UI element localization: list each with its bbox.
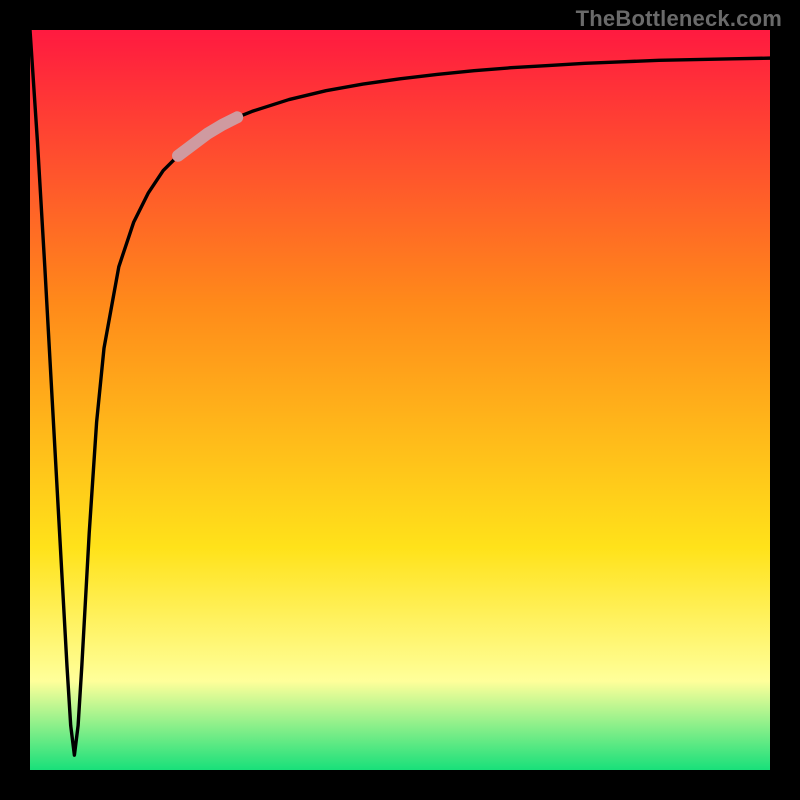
- chart-container: TheBottleneck.com: [0, 0, 800, 800]
- bottleneck-curve: [30, 30, 770, 755]
- plot-area: [30, 30, 770, 770]
- highlight-segment: [178, 117, 237, 155]
- watermark-text: TheBottleneck.com: [576, 6, 782, 32]
- curve-layer: [30, 30, 770, 770]
